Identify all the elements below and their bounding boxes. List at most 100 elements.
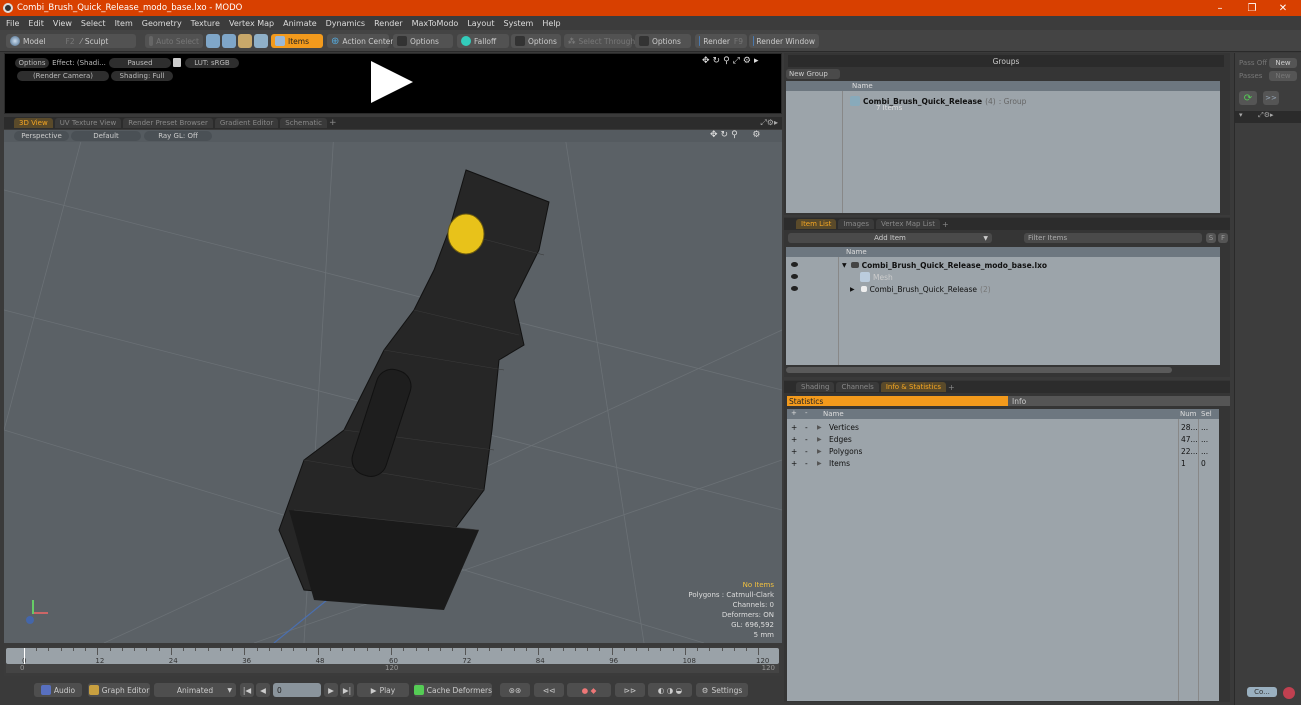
collapse-button[interactable]: - (805, 435, 808, 444)
horizontal-scrollbar[interactable] (786, 367, 1172, 373)
item-row-mesh[interactable]: Mesh (860, 271, 893, 283)
minimize-button[interactable]: – (1205, 0, 1235, 16)
menu-edit[interactable]: Edit (28, 19, 44, 28)
menu-help[interactable]: Help (542, 19, 560, 28)
brush-model[interactable] (4, 130, 782, 643)
visibility-eye-icon[interactable] (791, 274, 798, 279)
shading-dropdown[interactable]: Shading: Full (111, 71, 173, 81)
statistics-tab[interactable]: Statistics (787, 396, 1008, 406)
menu-animate[interactable]: Animate (283, 19, 317, 28)
auto-select-button[interactable]: Auto Select (145, 34, 203, 48)
new-pass-button[interactable]: New (1269, 58, 1297, 68)
render-panel-nav-icons[interactable]: ✥↻⚲⤢⚙▸ (702, 56, 761, 66)
go-to-start-button[interactable]: |◀ (240, 683, 254, 697)
add-item-dropdown[interactable]: Add Item ▼ (788, 233, 992, 243)
close-button[interactable]: ✕ (1268, 0, 1298, 16)
current-frame-marker[interactable] (24, 648, 25, 664)
lut-dropdown[interactable]: LUT: sRGB (185, 58, 239, 68)
statistics-row[interactable]: + - ▶ Items 1 0 (787, 457, 1219, 469)
collapse-button[interactable]: - (805, 447, 808, 456)
current-frame-input[interactable]: 0 (273, 683, 321, 697)
menu-select[interactable]: Select (81, 19, 106, 28)
cache-deformers-button[interactable]: Cache Deformers (414, 683, 492, 697)
statistics-row[interactable]: + - ▶ Vertices 28...... (787, 421, 1219, 433)
polygons-mode-button[interactable] (238, 34, 252, 48)
filter-items-input[interactable]: Filter Items (1024, 233, 1202, 243)
menu-geometry[interactable]: Geometry (142, 19, 182, 28)
expand-all-button[interactable]: + (791, 409, 797, 417)
collapse-button[interactable]: - (805, 423, 808, 432)
maximize-button[interactable]: ❐ (1237, 0, 1267, 16)
statistics-row[interactable]: + - ▶ Edges 47...... (787, 433, 1219, 445)
settings-button[interactable]: ⚙ Settings (696, 683, 748, 697)
tab-images[interactable]: Images (838, 219, 874, 229)
viewport-nav-icons[interactable]: ✥↻⚲ ⚙ (710, 130, 763, 140)
action-center-button[interactable]: ⊕ Action Center (327, 34, 394, 48)
record-macro-icon[interactable] (1283, 687, 1295, 699)
falloff-button[interactable]: Falloff (457, 34, 509, 48)
new-group-button[interactable]: New Group (786, 69, 840, 79)
shading-style-dropdown[interactable]: Default (71, 131, 141, 141)
menu-system[interactable]: System (504, 19, 534, 28)
add-tab-button[interactable]: + (942, 220, 949, 229)
keyframe-tools-group[interactable]: ⊛⊛ (500, 683, 530, 697)
render-window-button[interactable]: Render Window (749, 34, 819, 48)
tab-gradient-editor[interactable]: Gradient Editor (214, 118, 279, 128)
viewport-tab-controls-icon[interactable]: ⤢⚙▸ (760, 118, 778, 128)
collapse-all-button[interactable]: - (805, 409, 808, 417)
render-camera-dropdown[interactable]: (Render Camera) (17, 71, 109, 81)
materials-mode-button[interactable] (254, 34, 268, 48)
expand-button[interactable]: + (791, 459, 797, 468)
timeline-ruler[interactable]: 01224364860728496108120 (6, 648, 779, 665)
record-group[interactable]: ● ◆ (567, 683, 611, 697)
add-tab-button[interactable]: + (329, 118, 337, 128)
vertices-mode-button[interactable] (206, 34, 220, 48)
render-options-button[interactable]: Options (15, 58, 49, 68)
tab-info-statistics[interactable]: Info & Statistics (880, 382, 946, 392)
item-row-group[interactable]: ▶ Combi_Brush_Quick_Release (2) (850, 283, 991, 295)
edges-mode-button[interactable] (222, 34, 236, 48)
go-to-end-button[interactable]: ▶| (340, 683, 354, 697)
select-through-button[interactable]: ⁂ Select Through (564, 34, 635, 48)
step-back-button[interactable]: ◀ (256, 683, 270, 697)
visibility-eye-icon[interactable] (791, 262, 798, 267)
raygl-dropdown[interactable]: Ray GL: Off (144, 131, 212, 141)
items-mode-button[interactable]: Items (271, 34, 323, 48)
refresh-button[interactable]: ⟳ (1239, 91, 1257, 105)
animated-dropdown[interactable]: Animated ▼ (154, 683, 236, 697)
model-mode-button[interactable]: Model F2 ⁄ Sculpt (6, 34, 136, 48)
tab-item-list[interactable]: Item List (796, 219, 837, 229)
menu-layout[interactable]: Layout (467, 19, 494, 28)
key-nav-group[interactable]: ⊲⊲ (534, 683, 564, 697)
menu-vertex-map[interactable]: Vertex Map (229, 19, 274, 28)
collapse-button[interactable]: - (805, 459, 808, 468)
menu-texture[interactable]: Texture (191, 19, 220, 28)
audio-button[interactable]: Audio (34, 683, 82, 697)
graph-editor-button[interactable]: Graph Editor (88, 683, 150, 697)
tab-vertex-map-list[interactable]: Vertex Map List (875, 219, 940, 229)
command-input[interactable]: Co... (1247, 687, 1277, 697)
forward-button[interactable]: >> (1263, 91, 1279, 105)
menu-render[interactable]: Render (374, 19, 402, 28)
f-button[interactable]: F (1218, 233, 1228, 243)
step-forward-button[interactable]: ▶ (324, 683, 338, 697)
s-button[interactable]: S (1206, 233, 1216, 243)
visibility-eye-icon[interactable] (791, 286, 798, 291)
3d-viewport[interactable]: No Items Polygons : Catmull-Clark Channe… (4, 130, 782, 643)
sculpt-label[interactable]: Sculpt (85, 37, 108, 46)
add-tab-button[interactable]: + (948, 383, 955, 392)
menu-view[interactable]: View (53, 19, 72, 28)
lock-icon[interactable] (173, 58, 181, 67)
paused-button[interactable]: Paused (109, 58, 171, 68)
item-row-scene[interactable]: ▼ Combi_Brush_Quick_Release_modo_base.lx… (842, 259, 1047, 271)
new-passes-button[interactable]: New (1269, 71, 1297, 81)
statistics-row[interactable]: + - ▶ Polygons 22...... (787, 445, 1219, 457)
info-tab[interactable]: Info (1008, 396, 1230, 406)
expand-button[interactable]: + (791, 423, 797, 432)
menu-item[interactable]: Item (115, 19, 133, 28)
panel-controls-icon[interactable]: ▾ ⤢⚙▸ (1239, 111, 1273, 119)
key-step-group[interactable]: ⊳⊳ (615, 683, 645, 697)
timeline-range-bar[interactable]: 0 120 120 (6, 664, 779, 673)
select-through-options-button[interactable]: Options (635, 34, 691, 48)
falloff-options-button[interactable]: Options (511, 34, 561, 48)
